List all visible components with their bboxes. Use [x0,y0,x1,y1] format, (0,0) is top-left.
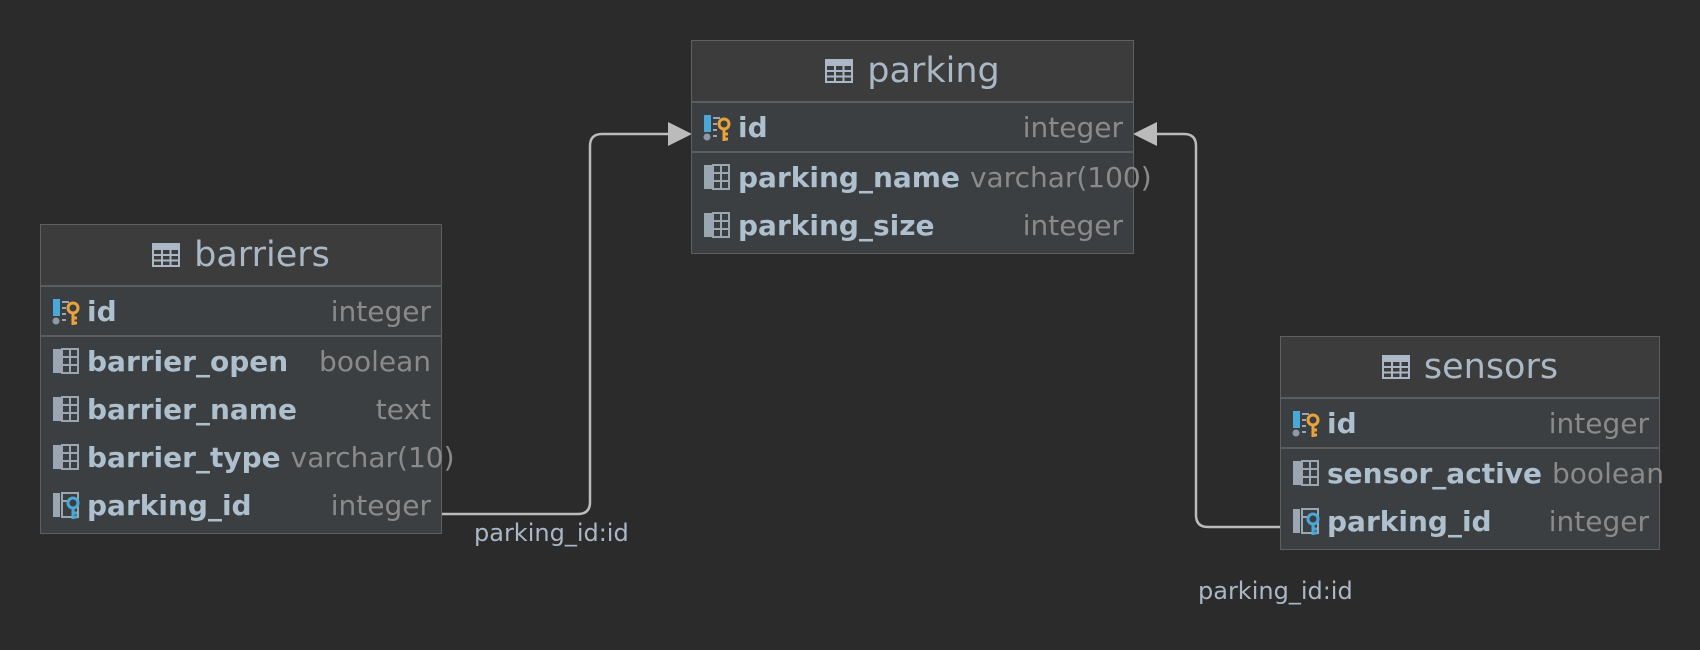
column-type: integer [1022,110,1123,144]
table-icon [825,59,853,83]
column-icon [702,162,732,192]
column-name: parking_id [87,488,252,522]
column-type: varchar(100) [969,160,1152,194]
diagram-canvas: parking id integer parking_name varchar(… [0,0,1700,650]
column-row-barrier-name[interactable]: barrier_name text [41,385,441,433]
primary-key-column-icon [1291,408,1321,438]
primary-key-column-icon [702,112,732,142]
column-type: varchar(10) [290,440,455,474]
column-type: boolean [319,344,431,378]
column-row-barrier-type[interactable]: barrier_type varchar(10) [41,433,455,481]
column-name: barrier_name [87,392,297,426]
table-icon [152,243,180,267]
column-type: text [375,392,431,426]
column-name: parking_size [738,208,935,242]
column-type: integer [1548,406,1649,440]
column-name: id [738,110,768,144]
column-type: integer [330,488,431,522]
column-row-parking-name[interactable]: parking_name varchar(100) [692,153,1152,201]
table-header[interactable]: sensors [1281,337,1659,399]
foreign-key-column-icon [51,490,81,520]
column-icon [1291,458,1321,488]
relation-label-barriers-parking: parking_id:id [474,519,629,547]
relation-edge-barriers-parking[interactable] [442,132,668,516]
column-icon [51,442,81,472]
table-header[interactable]: parking [692,41,1133,103]
relation-arrowhead-sensors-parking [1133,122,1157,146]
column-row-parking-size[interactable]: parking_size integer [692,201,1133,249]
table-barriers[interactable]: barriers id integer barrier_open boolean… [40,224,455,534]
column-row-id[interactable]: id integer [1281,399,1659,449]
relation-arrowhead-barriers-parking [668,122,692,146]
column-type: integer [330,294,431,328]
column-type: boolean [1552,456,1664,490]
column-type: integer [1548,504,1649,538]
table-title: sensors [1423,347,1559,387]
column-name: sensor_active [1327,456,1543,490]
primary-key-column-icon [51,296,81,326]
column-name: id [1327,406,1357,440]
column-row-id[interactable]: id integer [692,103,1133,153]
column-name: parking_name [738,160,960,194]
column-row-sensor-active[interactable]: sensor_active boolean [1281,449,1664,497]
table-parking[interactable]: parking id integer parking_name varchar(… [691,40,1152,254]
table-icon [1382,355,1410,379]
column-name: barrier_type [87,440,281,474]
table-sensors[interactable]: sensors id integer sensor_active boolean… [1280,336,1664,550]
column-icon [702,210,732,240]
table-title: barriers [194,235,330,275]
relation-edge-sensors-parking[interactable] [1157,132,1281,529]
table-title: parking [867,51,1000,91]
foreign-key-column-icon [1291,506,1321,536]
column-name: barrier_open [87,344,289,378]
column-type: integer [1022,208,1123,242]
column-row-parking-id[interactable]: parking_id integer [41,481,441,529]
column-row-parking-id[interactable]: parking_id integer [1281,497,1659,545]
column-name: parking_id [1327,504,1492,538]
relation-label-sensors-parking: parking_id:id [1198,577,1353,605]
column-name: id [87,294,117,328]
column-row-barrier-open[interactable]: barrier_open boolean [41,337,441,385]
column-icon [51,346,81,376]
column-row-id[interactable]: id integer [41,287,441,337]
table-header[interactable]: barriers [41,225,441,287]
column-icon [51,394,81,424]
